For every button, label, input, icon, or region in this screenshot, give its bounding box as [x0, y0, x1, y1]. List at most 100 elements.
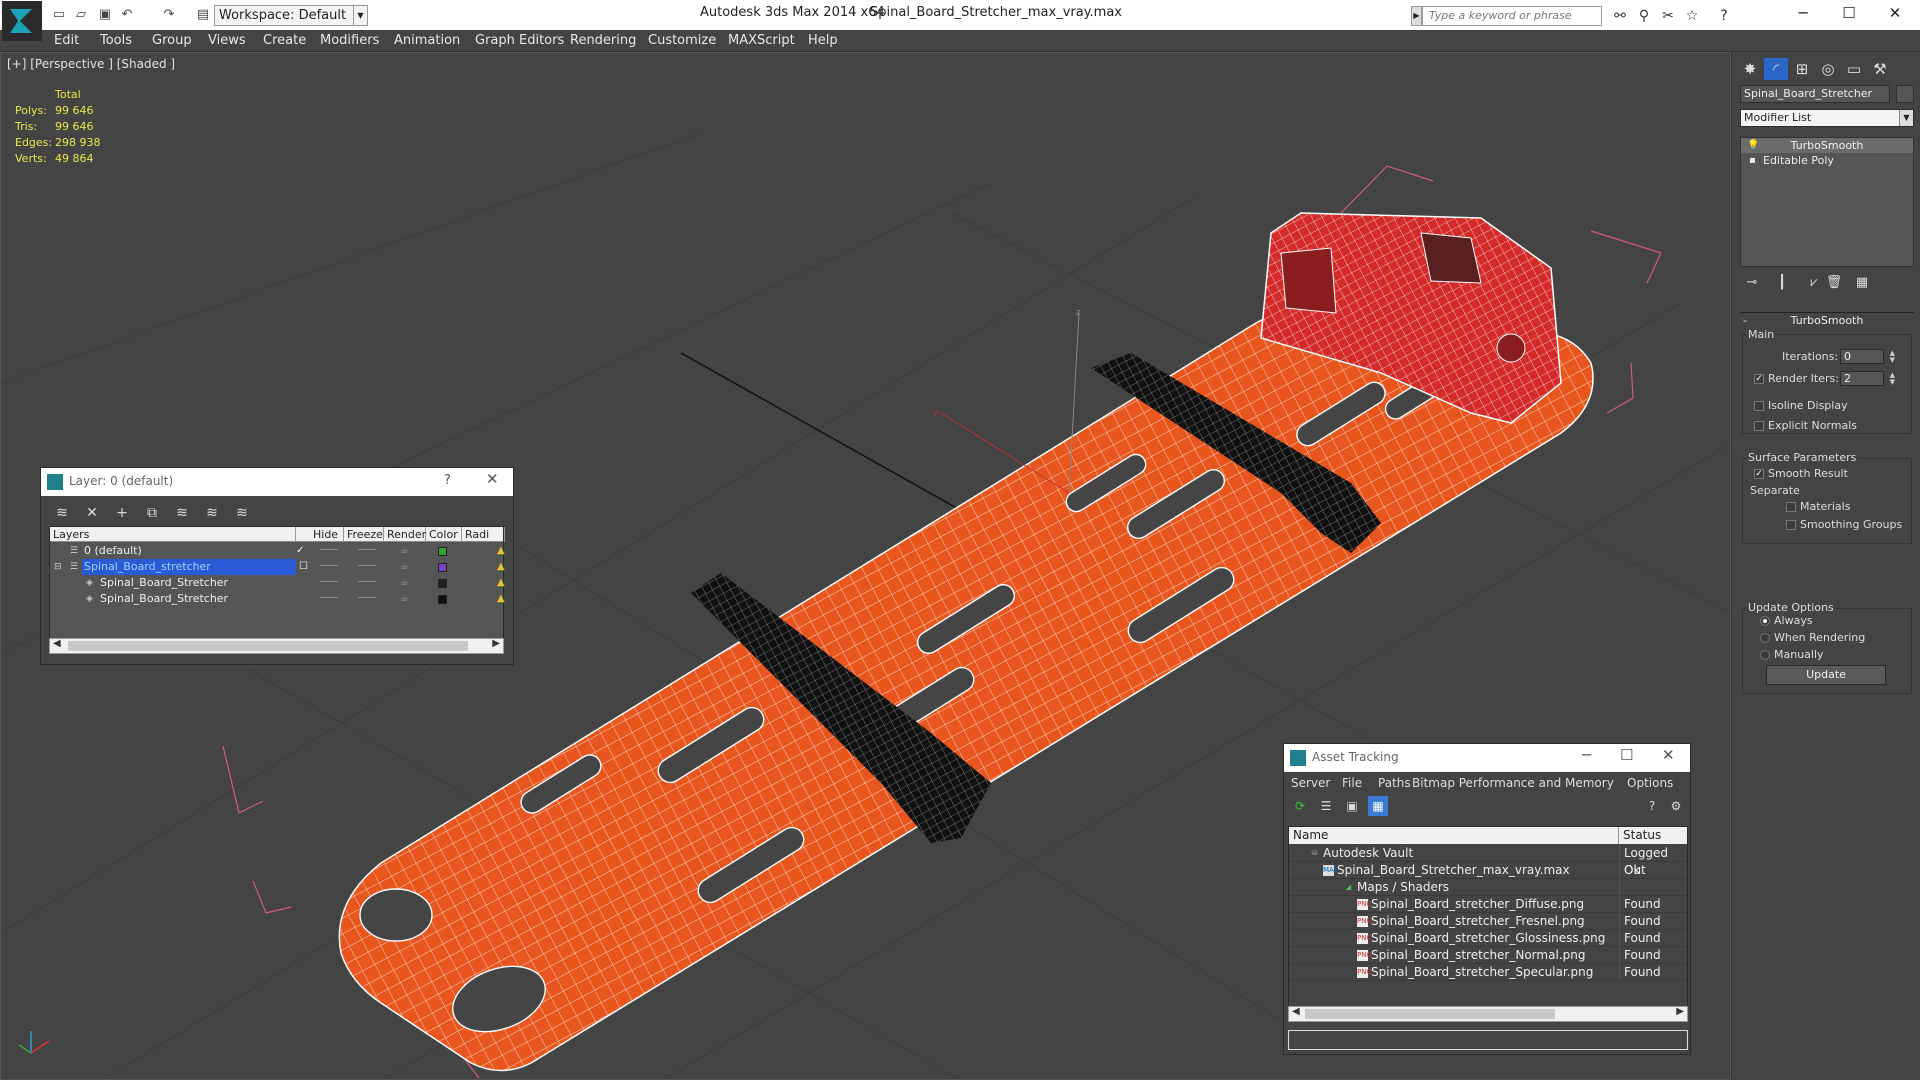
binoculars-icon[interactable]: ⚯ — [1610, 6, 1630, 26]
render-teapot-icon[interactable]: ☕ — [400, 543, 409, 559]
freeze-toggle[interactable]: ─── — [358, 559, 376, 575]
asset-row[interactable]: MAX Spinal_Board_Stretcher_max_vray.max … — [1289, 862, 1687, 879]
iterations-spinner[interactable]: 0 ▲ ▼ — [1840, 349, 1895, 364]
undo-icon[interactable]: ↶ — [118, 6, 136, 24]
maximize-button[interactable]: ☐ — [1620, 746, 1633, 764]
render-teapot-icon[interactable]: ☕ — [400, 591, 409, 607]
show-end-result-icon[interactable]: ┃ — [1770, 272, 1794, 294]
scroll-left-icon[interactable]: ◀ — [1292, 1006, 1300, 1017]
remove-modifier-icon[interactable]: 🗑 — [1822, 272, 1846, 294]
isoline-display-checkbox[interactable] — [1754, 401, 1764, 411]
help-button[interactable]: ? — [444, 473, 451, 488]
radiosity-icon[interactable]: ▲ — [497, 575, 505, 591]
display-tab-icon[interactable]: ▭ — [1842, 58, 1866, 80]
render-iters-checkbox[interactable]: ✓ — [1754, 374, 1764, 384]
stack-item-editable-poly[interactable]: ▪ Editable Poly — [1741, 153, 1913, 168]
lightbulb-icon[interactable]: 💡 — [1747, 138, 1759, 153]
asset-row[interactable]: PNG Spinal_Board_stretcher_Fresnel.png F… — [1289, 913, 1687, 930]
active-check-icon[interactable]: ✓ — [296, 543, 304, 559]
new-file-icon[interactable]: ▭ — [50, 6, 68, 24]
asset-path-field[interactable] — [1288, 1030, 1688, 1050]
help-icon[interactable]: ? — [1642, 796, 1662, 816]
layer-horizontal-scrollbar[interactable]: ◀ ▶ — [49, 638, 504, 654]
menu-options[interactable]: Options — [1627, 776, 1673, 790]
menu-rendering[interactable]: Rendering — [570, 33, 636, 48]
subscription-icon[interactable]: ⚲ — [1634, 6, 1654, 26]
collapse-icon[interactable]: ⊟ — [54, 561, 64, 573]
menu-bitmap-performance[interactable]: Bitmap Performance and Memory — [1412, 776, 1614, 790]
turbosmooth-rollout-header[interactable]: - TurboSmooth — [1740, 312, 1914, 328]
hide-toggle[interactable]: ─── — [320, 575, 338, 591]
hierarchy-tab-icon[interactable]: ⊞ — [1790, 58, 1814, 80]
update-button[interactable]: Update — [1766, 665, 1886, 685]
smooth-result-checkbox[interactable]: ✓ — [1754, 469, 1764, 479]
asset-dialog-titlebar[interactable]: Asset Tracking ─ ☐ ✕ — [1284, 744, 1690, 772]
asset-row[interactable]: ◢ Maps / Shaders — [1289, 879, 1687, 896]
minimize-button[interactable]: ─ — [1582, 746, 1591, 764]
modifier-list-dropdown[interactable]: Modifier List ▼ — [1740, 109, 1914, 127]
layer-row[interactable]: ⊟ ☰ Spinal_Board_stretcher ☐ ─── ─── ☕ ▲ — [50, 559, 505, 575]
layer-dialog-titlebar[interactable]: Layer: 0 (default) ? ✕ — [41, 468, 513, 496]
open-file-icon[interactable]: ▱ — [72, 6, 90, 24]
asset-row[interactable]: PNG Spinal_Board_stretcher_Specular.png … — [1289, 964, 1687, 981]
search-expand-icon[interactable]: ▶ — [1411, 6, 1422, 26]
asset-row[interactable]: ⛁ Autodesk Vault Logged Out — [1289, 845, 1687, 877]
object-name-field[interactable]: Spinal_Board_Stretcher — [1740, 85, 1890, 103]
render-teapot-icon[interactable]: ☕ — [400, 559, 409, 575]
layer-row[interactable]: ☰ 0 (default) ✓ ─── ─── ☕ ▲ — [50, 543, 505, 559]
project-folder-icon[interactable]: ▤ — [194, 6, 212, 24]
viewport-label[interactable]: [+] [Perspective ] [Shaded ] — [7, 57, 175, 71]
column-render[interactable]: Render — [384, 527, 426, 542]
freeze-toggle[interactable]: ─── — [358, 543, 376, 559]
table-view-icon[interactable]: ▦ — [1368, 796, 1388, 816]
asset-horizontal-scrollbar[interactable]: ◀ ▶ — [1288, 1006, 1688, 1022]
menu-animation[interactable]: Animation — [394, 33, 460, 48]
motion-tab-icon[interactable]: ◎ — [1816, 58, 1840, 80]
favorites-icon[interactable]: ☆ — [1682, 6, 1702, 26]
object-color-swatch[interactable] — [438, 579, 447, 588]
delete-layer-icon[interactable]: ✕ — [81, 502, 103, 524]
radiosity-icon[interactable]: ▲ — [497, 543, 505, 559]
highlight-layer-icon[interactable]: ≋ — [171, 502, 193, 524]
render-iters-spinner[interactable]: 2 ▲ ▼ — [1840, 371, 1895, 386]
pin-stack-icon[interactable]: ⊸ — [1740, 272, 1764, 294]
close-button[interactable]: ✕ — [1662, 746, 1675, 764]
configure-sets-icon[interactable]: ▦ — [1850, 272, 1874, 294]
settings-icon[interactable]: ⚙ — [1666, 796, 1686, 816]
freeze-all-icon[interactable]: ≋ — [231, 502, 253, 524]
menu-edit[interactable]: Edit — [54, 33, 79, 48]
object-color-swatch[interactable] — [1896, 85, 1914, 103]
communication-icon[interactable]: ✂ — [1658, 6, 1678, 26]
column-name[interactable]: Name — [1289, 827, 1619, 844]
menu-file[interactable]: File — [1342, 776, 1362, 790]
refresh-icon[interactable]: ⟳ — [1290, 796, 1310, 816]
menu-maxscript[interactable]: MAXScript — [728, 33, 795, 48]
create-layer-icon[interactable]: ≋ — [51, 502, 73, 524]
materials-checkbox[interactable] — [1786, 502, 1796, 512]
hide-all-icon[interactable]: ≋ — [201, 502, 223, 524]
utilities-tab-icon[interactable]: ⚒ — [1868, 58, 1892, 80]
object-color-swatch[interactable] — [438, 595, 447, 604]
workspace-dropdown[interactable]: Workspace: Default ▼ — [214, 5, 368, 26]
asset-row[interactable]: PNG Spinal_Board_stretcher_Diffuse.png F… — [1289, 896, 1687, 913]
hide-toggle[interactable]: ─── — [320, 543, 338, 559]
spinner-arrows-icon[interactable]: ▲ ▼ — [1890, 350, 1895, 364]
column-radiosity[interactable]: Radi — [462, 527, 505, 542]
help-icon[interactable]: ? — [1714, 6, 1734, 26]
list-view-icon[interactable]: ☰ — [1316, 796, 1336, 816]
asset-row[interactable]: PNG Spinal_Board_stretcher_Normal.png Fo… — [1289, 947, 1687, 964]
menu-paths[interactable]: Paths — [1378, 776, 1411, 790]
always-radio[interactable] — [1760, 616, 1770, 626]
menu-server[interactable]: Server — [1291, 776, 1330, 790]
scroll-left-icon[interactable]: ◀ — [53, 638, 61, 649]
thumbnail-view-icon[interactable]: ▣ — [1342, 796, 1362, 816]
select-objects-icon[interactable]: ⧉ — [141, 502, 163, 524]
object-row[interactable]: ◈ Spinal_Board_Stretcher ─── ─── ☕ ▲ — [50, 591, 505, 607]
app-logo-button[interactable] — [2, 1, 42, 41]
menu-create[interactable]: Create — [263, 33, 306, 48]
layer-color-swatch[interactable] — [438, 547, 447, 556]
hide-toggle[interactable]: ─── — [320, 559, 338, 575]
column-status[interactable]: Status — [1619, 827, 1689, 844]
search-input[interactable]: Type a keyword or phrase — [1422, 6, 1602, 26]
smoothing-groups-checkbox[interactable] — [1786, 520, 1796, 530]
